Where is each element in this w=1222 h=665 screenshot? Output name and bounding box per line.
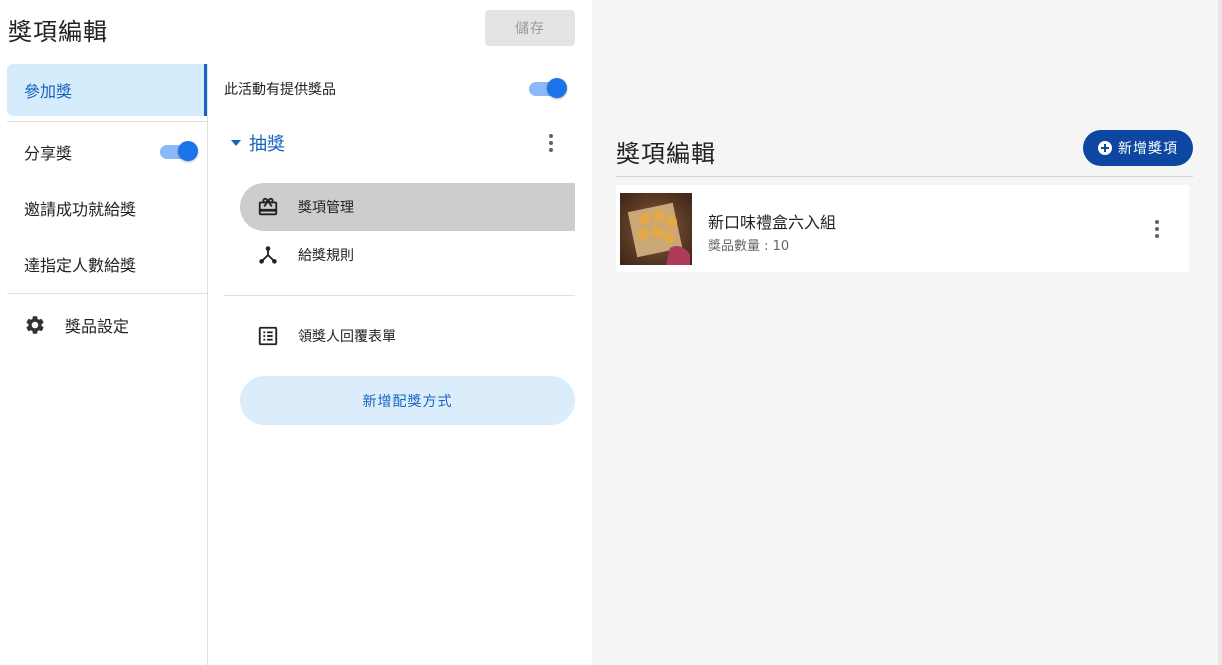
award-method-panel: 此活動有提供獎品 抽獎 獎項管理 給獎規則 領獎人回覆表單 新增配獎方式 xyxy=(208,64,575,665)
middle-divider xyxy=(224,295,575,296)
sidebar-item-label: 參加獎 xyxy=(24,82,73,101)
caret-down-icon xyxy=(231,140,241,146)
left-panel: 獎項編輯 儲存 參加獎 分享獎 邀請成功就給獎 達指定人數給獎 獎品設定 此活動… xyxy=(0,0,592,665)
page-title: 獎項編輯 xyxy=(8,18,108,46)
sidebar-nav: 參加獎 分享獎 邀請成功就給獎 達指定人數給獎 獎品設定 xyxy=(0,64,208,665)
scrollbar[interactable] xyxy=(1218,0,1222,665)
branch-icon xyxy=(257,244,279,266)
add-award-button-label: 新增獎項 xyxy=(1118,141,1178,157)
award-edit-panel: 獎項編輯 新增獎項 新口味禮盒六入組 獎品數量: 10 xyxy=(592,0,1218,665)
add-circle-icon xyxy=(1098,141,1112,155)
lottery-label: 抽獎 xyxy=(249,134,285,155)
sidebar-item-label: 分享獎 xyxy=(24,144,73,163)
offer-prize-toggle[interactable] xyxy=(529,77,567,99)
list-form-icon xyxy=(257,325,279,347)
sidebar-item-participation-award[interactable]: 參加獎 xyxy=(7,64,207,116)
gift-icon xyxy=(257,196,279,218)
sidebar-item-prize-settings[interactable]: 獎品設定 xyxy=(7,299,207,351)
lottery-more-icon[interactable] xyxy=(541,131,561,155)
sidebar-item-invite-award[interactable]: 邀請成功就給獎 xyxy=(7,182,207,234)
prize-more-icon[interactable] xyxy=(1147,217,1167,241)
share-award-toggle[interactable] xyxy=(160,140,198,162)
sidebar-item-label: 邀請成功就給獎 xyxy=(24,200,137,219)
nav-divider xyxy=(7,293,207,294)
gear-icon xyxy=(24,314,46,336)
lottery-section-header[interactable]: 抽獎 xyxy=(224,130,575,156)
toggle-knob xyxy=(178,141,198,161)
sidebar-item-label: 達指定人數給獎 xyxy=(24,256,137,275)
save-button[interactable]: 儲存 xyxy=(485,10,575,46)
add-award-button[interactable]: 新增獎項 xyxy=(1083,130,1193,166)
prize-name: 新口味禮盒六入組 xyxy=(708,213,837,232)
award-edit-title: 獎項編輯 xyxy=(616,140,716,168)
submenu-item-award-management[interactable]: 獎項管理 xyxy=(240,183,575,231)
submenu-item-label: 獎項管理 xyxy=(298,200,354,216)
prize-quantity: 獎品數量 : 10 xyxy=(708,239,790,254)
submenu-item-label: 領獎人回覆表單 xyxy=(298,329,396,345)
submenu-item-label: 給獎規則 xyxy=(298,248,354,264)
submenu-item-winner-form[interactable]: 領獎人回覆表單 xyxy=(240,312,575,360)
offer-prize-label: 此活動有提供獎品 xyxy=(224,82,336,98)
sidebar-item-headcount-award[interactable]: 達指定人數給獎 xyxy=(7,238,207,290)
sidebar-item-label: 獎品設定 xyxy=(65,317,130,336)
submenu-item-award-rules[interactable]: 給獎規則 xyxy=(240,231,575,279)
add-award-method-button[interactable]: 新增配獎方式 xyxy=(240,376,575,425)
prize-thumbnail-image xyxy=(620,193,692,265)
toggle-knob xyxy=(547,78,567,98)
right-divider xyxy=(616,176,1193,177)
prize-list-item[interactable]: 新口味禮盒六入組 獎品數量 : 10 xyxy=(616,185,1189,272)
nav-divider xyxy=(7,121,207,122)
